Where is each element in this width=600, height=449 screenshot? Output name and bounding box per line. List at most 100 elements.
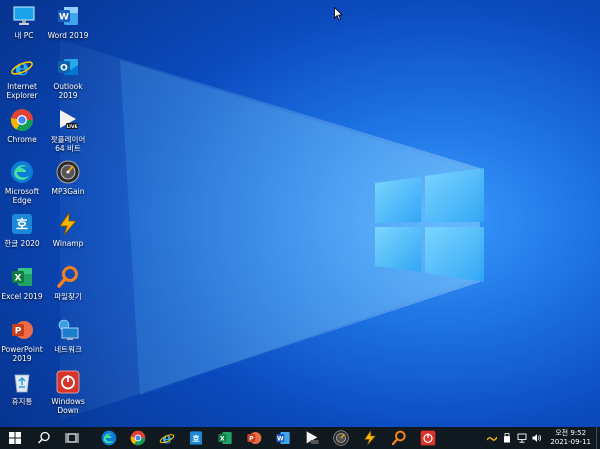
desktop-icon-label: Internet Explorer [6, 82, 38, 100]
desktop-icon-label: Windows Down [51, 397, 85, 415]
taskbar-app-edge[interactable] [94, 427, 123, 449]
tray-usb-button[interactable] [499, 427, 514, 449]
shutdown-icon [56, 370, 80, 394]
tray-winamp-button[interactable] [484, 427, 499, 449]
taskbar-app-winamp[interactable] [355, 427, 384, 449]
clock-time: 오전 9:52 [555, 429, 587, 437]
desktop-icon-mp3gain[interactable]: MP3Gain [44, 160, 92, 196]
desktop-icon-label: 팟플레이어 64 비트 [50, 135, 86, 153]
network-icon [56, 318, 80, 342]
desktop-icon-outlook[interactable]: O Outlook 2019 [44, 55, 92, 100]
desktop-icon-hangul[interactable]: 호 한글 2020 [0, 212, 46, 248]
winamp-icon [56, 211, 80, 236]
taskbar-clock[interactable]: 오전 9:52 2021-09-11 [544, 429, 596, 447]
ie-icon: e [10, 55, 34, 81]
windows-logo-icon [9, 432, 21, 444]
desktop-icon-label: 파일찾기 [54, 292, 82, 301]
desktop-icon-network[interactable]: 네트워크 [44, 318, 92, 354]
desktop-icon-this-pc[interactable]: 내 PC [0, 4, 48, 40]
powerpoint-icon: P [246, 432, 261, 444]
task-view-icon [65, 433, 79, 443]
monitor-icon [12, 4, 36, 28]
desktop-icon-internet-explorer[interactable]: e Internet Explorer [0, 55, 46, 100]
svg-text:W: W [277, 435, 284, 442]
winamp-icon [363, 430, 376, 446]
desktop-icon-recycle-bin[interactable]: 휴지통 [0, 370, 46, 406]
desktop-icon-label: 네트워크 [54, 345, 82, 354]
speaker-icon [532, 434, 541, 442]
desktop-icon-excel[interactable]: X Excel 2019 [0, 265, 46, 301]
network-tray-icon [517, 433, 527, 443]
potplayer-icon [306, 431, 319, 444]
svg-text:O: O [60, 64, 68, 74]
desktop-icon-chrome[interactable]: Chrome [0, 108, 46, 144]
excel-icon: X [217, 432, 232, 444]
desktop-icon-label: 휴지통 [11, 397, 33, 406]
desktop[interactable]: 내 PC e Internet Explorer Chrome Microsof… [0, 0, 600, 427]
mp3gain-icon [332, 430, 349, 446]
hangul-icon: 호 [189, 431, 202, 445]
desktop-icon-word[interactable]: W Word 2019 [44, 4, 92, 40]
tray-volume-button[interactable] [529, 427, 544, 449]
svg-text:호: 호 [16, 218, 28, 233]
taskbar-app-powerpoint[interactable]: P [239, 427, 268, 449]
taskbar-app-mp3gain[interactable] [326, 427, 355, 449]
desktop-icon-label: Microsoft Edge [4, 187, 40, 205]
taskbar-app-word[interactable]: W [268, 427, 297, 449]
usb-drive-icon [503, 433, 510, 443]
show-desktop-button[interactable] [596, 427, 600, 449]
desktop-icon-label: Word 2019 [47, 31, 89, 40]
desktop-icon-label: Outlook 2019 [53, 82, 83, 100]
chrome-icon [130, 430, 145, 446]
svg-text:호: 호 [192, 433, 200, 443]
taskbar-app-windows-down[interactable] [413, 427, 442, 449]
desktop-icon-label: Chrome [7, 135, 37, 144]
start-button[interactable] [0, 427, 30, 449]
taskbar-app-hangul[interactable]: 호 [181, 427, 210, 449]
desktop-icon-label: 내 PC [14, 31, 34, 40]
desktop-icon-label: PowerPoint 2019 [1, 345, 43, 363]
potplayer-icon: LIVE [56, 108, 80, 132]
word-icon: W [275, 432, 290, 444]
clock-date: 2021-09-11 [550, 438, 591, 446]
desktop-icon-powerpoint[interactable]: P PowerPoint 2019 [0, 318, 46, 363]
ie-icon: e [159, 430, 174, 446]
edge-icon [101, 430, 116, 446]
winamp-tray-icon [486, 436, 497, 441]
taskbar-app-potplayer[interactable] [297, 427, 326, 449]
mp3gain-icon [56, 160, 80, 184]
taskbar-app-ie[interactable]: e [152, 427, 181, 449]
task-view-button[interactable] [58, 427, 86, 449]
desktop-icon-winamp[interactable]: Winamp [44, 211, 92, 248]
mouse-cursor-icon [334, 7, 343, 21]
desktop-icon-label: MP3Gain [51, 187, 85, 196]
chrome-icon [10, 108, 34, 132]
desktop-icon-potplayer[interactable]: LIVE 팟플레이어 64 비트 [44, 108, 92, 153]
svg-text:LIVE: LIVE [66, 124, 77, 130]
word-icon: W [56, 4, 80, 28]
hangul-icon: 호 [10, 212, 34, 236]
taskbar-app-file-search[interactable] [384, 427, 413, 449]
powerpoint-icon: P [10, 318, 34, 342]
search-button[interactable] [30, 427, 58, 449]
magnifier-icon [391, 430, 406, 446]
taskbar-app-excel[interactable]: X [210, 427, 239, 449]
search-icon [38, 431, 50, 444]
recycle-bin-icon [10, 370, 34, 394]
svg-text:X: X [220, 435, 225, 442]
desktop-icon-windows-down[interactable]: Windows Down [44, 370, 92, 415]
svg-text:W: W [59, 13, 69, 23]
svg-text:P: P [249, 435, 254, 442]
desktop-icon-file-search[interactable]: 파일찾기 [44, 265, 92, 301]
tray-network-button[interactable] [514, 427, 529, 449]
desktop-icon-label: Winamp [52, 239, 84, 248]
magnifier-icon [56, 265, 80, 289]
desktop-icon-label: 한글 2020 [4, 239, 40, 248]
shutdown-icon [420, 430, 435, 446]
svg-text:X: X [15, 274, 22, 284]
excel-icon: X [10, 265, 34, 289]
desktop-icon-edge[interactable]: Microsoft Edge [0, 160, 46, 205]
system-tray: 오전 9:52 2021-09-11 [484, 427, 600, 449]
edge-icon [10, 160, 34, 184]
taskbar-app-chrome[interactable] [123, 427, 152, 449]
